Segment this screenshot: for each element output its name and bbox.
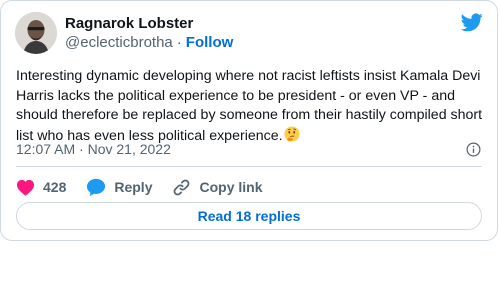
author-handle-row: @eclecticbrotha · Follow	[65, 34, 233, 51]
tweet-timestamp[interactable]: 12:07 AM · Nov 21, 2022	[16, 141, 171, 157]
author-name[interactable]: Ragnarok Lobster	[65, 15, 193, 32]
thinking-face-icon	[284, 125, 300, 142]
avatar-portrait	[15, 12, 57, 54]
tweet-card: Ragnarok Lobster @eclecticbrotha · Follow …	[0, 0, 498, 241]
twitter-bird-icon[interactable]	[461, 13, 483, 32]
reply-bubble-icon	[87, 178, 106, 196]
author-handle[interactable]: @eclecticbrotha	[65, 34, 173, 51]
avatar[interactable]	[15, 12, 57, 54]
follow-link[interactable]: Follow	[186, 34, 234, 51]
info-icon[interactable]	[466, 142, 481, 157]
link-icon	[174, 179, 190, 195]
read-replies-label: Read 18 replies	[197, 208, 301, 224]
copy-link-label: Copy link	[199, 179, 263, 195]
reply-label: Reply	[114, 179, 153, 195]
divider	[16, 166, 482, 167]
read-replies-button[interactable]: Read 18 replies	[16, 202, 482, 230]
like-count: 428	[43, 179, 67, 195]
action-bar: 428 Reply Copy link	[16, 176, 283, 198]
copy-link-button[interactable]: Copy link	[172, 178, 263, 197]
heart-icon	[17, 179, 34, 196]
tweet-text: Interesting dynamic developing where not…	[16, 67, 486, 146]
handle-separator: ·	[176, 34, 182, 51]
reply-button[interactable]: Reply	[86, 178, 152, 197]
tweet-body: Interesting dynamic developing where not…	[16, 68, 483, 144]
like-button[interactable]: 428	[16, 179, 66, 196]
